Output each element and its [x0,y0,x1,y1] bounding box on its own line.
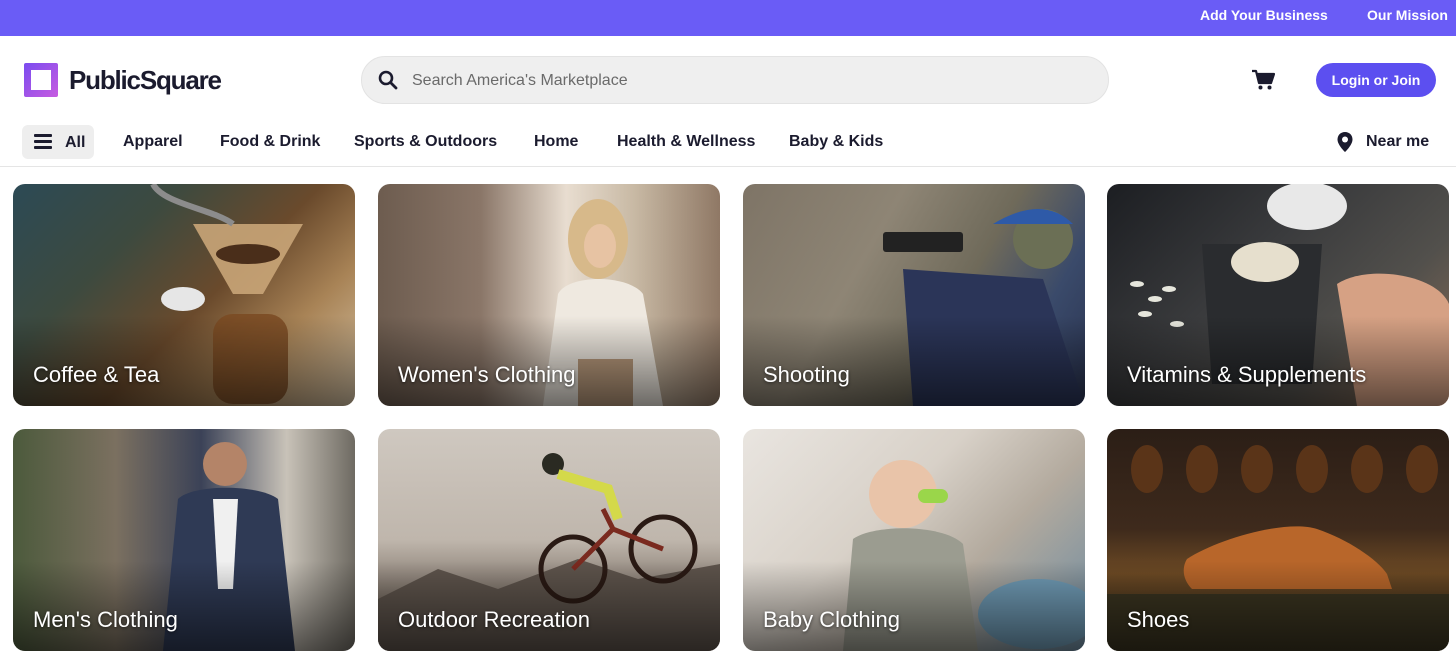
nav-item-sports-outdoors[interactable]: Sports & Outdoors [354,133,497,151]
category-card-shoes[interactable]: Shoes [1107,429,1449,651]
nav-item-home[interactable]: Home [534,133,578,151]
all-categories-button[interactable]: All [22,125,94,159]
category-card-baby-clothing[interactable]: Baby Clothing [743,429,1085,651]
brand-logo[interactable]: PublicSquare [24,63,222,97]
login-or-join-button[interactable]: Login or Join [1316,63,1436,97]
nav-item-apparel[interactable]: Apparel [123,133,183,151]
near-me-button[interactable]: Near me [1336,131,1429,153]
top-promo-bar: Add Your Business Our Mission [0,0,1456,36]
category-card-vitamins-supplements[interactable]: Vitamins & Supplements [1107,184,1449,406]
category-card-outdoor-recreation[interactable]: Outdoor Recreation [378,429,720,651]
category-card-mens-clothing[interactable]: Men's Clothing [13,429,355,651]
category-label: Coffee & Tea [33,362,160,387]
category-card-womens-clothing[interactable]: Women's Clothing [378,184,720,406]
cart-icon[interactable] [1251,69,1275,91]
category-label: Shoes [1127,607,1190,632]
category-label: Vitamins & Supplements [1127,362,1367,387]
nav-item-health-wellness[interactable]: Health & Wellness [617,133,755,151]
add-your-business-link[interactable]: Add Your Business [1200,7,1328,23]
all-categories-label: All [65,134,86,151]
location-pin-icon [1337,132,1353,152]
nav-item-food-drink[interactable]: Food & Drink [220,133,320,151]
near-me-label: Near me [1366,133,1430,150]
search-icon [378,70,398,90]
category-card-coffee-tea[interactable]: Coffee & Tea [13,184,355,406]
category-label: Men's Clothing [33,607,178,632]
category-label: Women's Clothing [398,362,576,387]
our-mission-link[interactable]: Our Mission [1367,7,1448,23]
search-input[interactable] [412,69,1092,93]
category-label: Outdoor Recreation [398,607,590,632]
menu-icon [34,134,52,150]
site-header: PublicSquare Login or Join [0,36,1456,124]
nav-item-baby-kids[interactable]: Baby & Kids [789,133,883,151]
category-label: Shooting [763,362,850,387]
category-card-shooting[interactable]: Shooting [743,184,1085,406]
brand-name: PublicSquare [69,64,222,95]
category-label: Baby Clothing [763,607,900,632]
category-nav: All Apparel Food & Drink Sports & Outdoo… [0,124,1456,167]
logo-mark [24,63,58,97]
search-bar[interactable] [361,56,1109,104]
